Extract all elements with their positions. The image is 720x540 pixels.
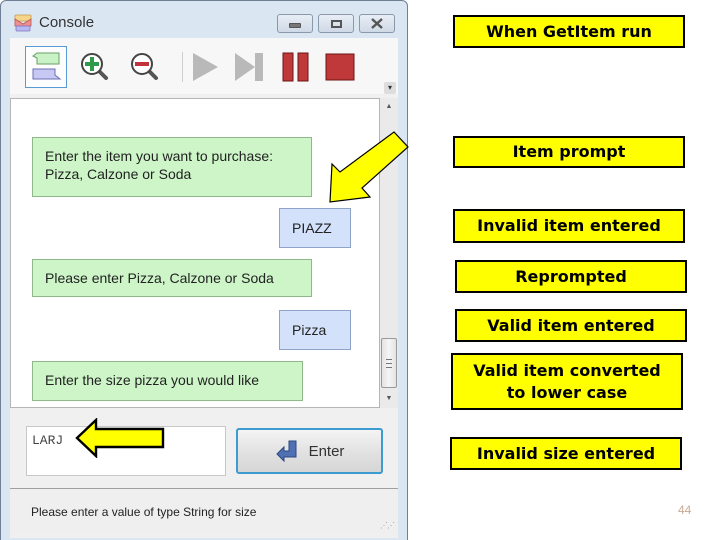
prompt-line: Please enter Pizza, Calzone or Soda [45,270,274,286]
enter-button-label: Enter [308,442,345,460]
pause-icon [282,52,309,82]
arrow-down-icon: ▼ [385,395,393,402]
zoom-in-button[interactable] [74,46,116,88]
annotation-item-prompt: Item prompt [453,136,685,168]
annotation-arrow-left [75,418,165,458]
pause-button[interactable] [275,46,317,88]
run-button[interactable] [184,46,226,88]
enter-return-icon [275,440,297,463]
annotation-text: Invalid size entered [476,443,656,463]
stop-icon [325,53,355,81]
annotation-text: When GetItem run [486,21,652,41]
window-title: Console [39,14,95,31]
prompt-line: Enter the item you want to purchase: [45,148,274,164]
scroll-down-button[interactable]: ▼ [380,392,398,406]
annotation-valid-item: Valid item entered [455,309,687,342]
stop-button[interactable] [319,46,361,88]
annotation-text: Invalid item entered [477,216,661,235]
scroll-thumb[interactable] [381,338,397,388]
resize-grip-icon[interactable]: ⋰⋰ [380,521,395,530]
annotation-text: Valid item converted [473,360,661,380]
minimize-icon [289,23,301,28]
annotation-reprompted: Reprompted [455,260,687,293]
toolbar-overflow-button[interactable]: ▾ [384,82,396,94]
conversation-view-button[interactable] [25,46,67,88]
reply-text: Pizza [292,322,327,338]
console-icon [14,14,32,32]
zoom-in-icon [81,53,108,80]
annotation-text: Valid item entered [487,315,655,335]
close-button[interactable] [359,14,395,33]
toolbar-separator [182,52,183,82]
status-bar: Please enter a value of type String for … [10,489,398,534]
scroll-up-button[interactable]: ▲ [380,100,398,114]
reply-bubble: PIAZZ [279,208,351,248]
zoom-out-button[interactable] [124,46,166,88]
title-bar[interactable]: Console [1,1,407,41]
arrow-up-icon: ▲ [385,103,393,110]
step-icon [235,53,263,81]
grip-icon [386,358,392,368]
annotation-getitem-run: When GetItem run [453,15,685,48]
annotation-text: Reprompted [515,266,627,286]
prompt-line: Enter the size pizza you would like [45,372,259,388]
reply-bubble: Pizza [279,310,351,350]
prompt-line: Pizza, Calzone or Soda [45,166,192,182]
minimize-button[interactable] [277,14,313,33]
play-icon [193,53,218,81]
annotation-invalid-item: Invalid item entered [453,209,685,243]
status-text: Please enter a value of type String for … [31,505,257,519]
annotation-arrow-down-left [329,131,409,203]
annotation-invalid-size: Invalid size entered [450,437,682,470]
annotation-text: to lower case [506,382,628,402]
step-button[interactable] [228,46,270,88]
chevron-down-icon: ▾ [387,83,392,92]
toolbar: ▾ [10,38,398,94]
console-client-area: ▾ Enter the item you want to purchase: P… [10,38,398,538]
maximize-button[interactable] [318,14,354,33]
prompt-bubble: Enter the size pizza you would like [32,361,303,401]
reply-text: PIAZZ [292,220,332,236]
answer-input-value: LARJ [32,433,64,448]
enter-button[interactable]: Enter [236,428,383,474]
close-icon [371,18,383,29]
zoom-out-icon [131,53,158,80]
annotation-lowercase: Valid item converted to lower case [451,353,683,410]
speech-bubbles-icon [32,52,62,80]
annotation-text: Item prompt [512,142,626,161]
maximize-icon [330,19,342,28]
prompt-bubble: Enter the item you want to purchase: Piz… [32,137,312,197]
slide-number: 44 [678,503,692,517]
conversation-panel: Enter the item you want to purchase: Piz… [10,98,380,408]
prompt-bubble: Please enter Pizza, Calzone or Soda [32,259,312,297]
console-window: Console ▾ Enter the item you want to pur… [0,0,408,540]
